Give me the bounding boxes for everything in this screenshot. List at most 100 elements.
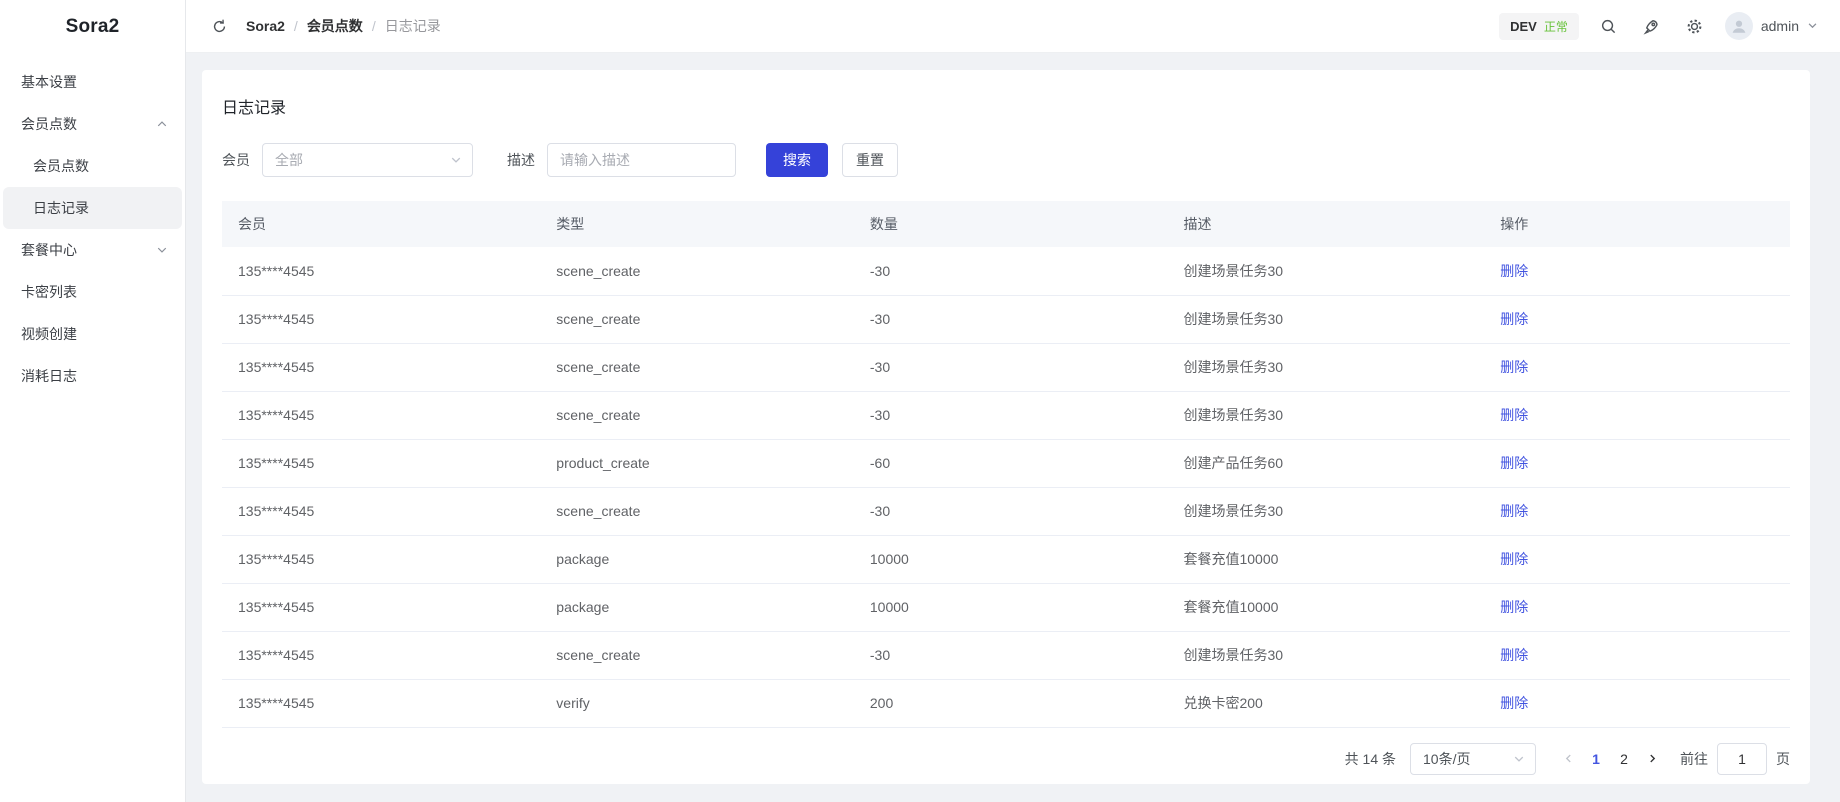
table-header-row: 会员 类型 数量 描述 操作	[222, 201, 1790, 247]
goto-label: 前往	[1680, 749, 1708, 769]
cell-type: package	[540, 583, 854, 631]
content-area: 日志记录 会员 全部 描述 搜索 重置 会员 类型 数量 描述	[186, 53, 1840, 802]
cell-amount: -30	[854, 631, 1168, 679]
breadcrumb-root[interactable]: Sora2	[246, 18, 285, 34]
prev-page-button[interactable]	[1554, 743, 1582, 775]
cell-amount: 200	[854, 679, 1168, 727]
pagination: 共 14 条 10条/页 1 2 前往 页	[222, 743, 1790, 775]
chevron-down-icon	[1513, 753, 1525, 765]
user-menu[interactable]: admin	[1725, 12, 1818, 40]
env-status: 正常	[1544, 18, 1568, 35]
cell-type: scene_create	[540, 391, 854, 439]
rocket-icon[interactable]	[1639, 13, 1665, 39]
sidebar: Sora2 基本设置 会员点数 会员点数 日志记录 套餐中心 卡密列表 视频创建…	[0, 0, 186, 802]
sidebar-item-会员点数[interactable]: 会员点数	[3, 145, 182, 187]
page-number-2[interactable]: 2	[1610, 743, 1638, 775]
gear-icon[interactable]	[1682, 13, 1708, 39]
table-row: 135****4545 scene_create -30 创建场景任务30 删除	[222, 295, 1790, 343]
desc-input[interactable]	[547, 143, 736, 177]
cell-type: scene_create	[540, 343, 854, 391]
cell-amount: -30	[854, 247, 1168, 295]
sidebar-item-label: 会员点数	[33, 156, 168, 176]
sidebar-item-消耗日志[interactable]: 消耗日志	[3, 355, 182, 397]
col-member: 会员	[222, 201, 540, 247]
cell-action: 删除	[1484, 487, 1790, 535]
delete-link[interactable]: 删除	[1500, 359, 1528, 375]
cell-member: 135****4545	[222, 295, 540, 343]
sidebar-item-label: 日志记录	[33, 198, 168, 218]
refresh-icon[interactable]	[206, 13, 232, 39]
sidebar-item-基本设置[interactable]: 基本设置	[3, 61, 182, 103]
cell-type: scene_create	[540, 295, 854, 343]
table-row: 135****4545 scene_create -30 创建场景任务30 删除	[222, 343, 1790, 391]
chevron-up-icon	[156, 118, 168, 130]
cell-desc: 创建场景任务30	[1167, 343, 1484, 391]
cell-member: 135****4545	[222, 631, 540, 679]
delete-link[interactable]: 删除	[1500, 407, 1528, 423]
page-size-value: 10条/页	[1423, 749, 1513, 769]
search-button[interactable]: 搜索	[766, 143, 828, 177]
cell-desc: 创建场景任务30	[1167, 487, 1484, 535]
delete-link[interactable]: 删除	[1500, 455, 1528, 471]
delete-link[interactable]: 删除	[1500, 263, 1528, 279]
sidebar-item-卡密列表[interactable]: 卡密列表	[3, 271, 182, 313]
cell-desc: 套餐充值10000	[1167, 583, 1484, 631]
cell-member: 135****4545	[222, 583, 540, 631]
table-row: 135****4545 scene_create -30 创建场景任务30 删除	[222, 631, 1790, 679]
goto-page-input[interactable]	[1717, 743, 1767, 775]
chevron-down-icon	[1807, 18, 1818, 34]
cell-desc: 创建产品任务60	[1167, 439, 1484, 487]
delete-link[interactable]: 删除	[1500, 551, 1528, 567]
cell-desc: 创建场景任务30	[1167, 295, 1484, 343]
cell-action: 删除	[1484, 295, 1790, 343]
table-row: 135****4545 verify 200 兑换卡密200 删除	[222, 679, 1790, 727]
app-logo: Sora2	[0, 0, 185, 53]
cell-amount: 10000	[854, 583, 1168, 631]
cell-member: 135****4545	[222, 439, 540, 487]
goto-page: 前往 页	[1680, 743, 1790, 775]
log-table: 会员 类型 数量 描述 操作 135****4545 scene_create …	[222, 201, 1790, 728]
chevron-right-icon	[1647, 753, 1658, 764]
avatar	[1725, 12, 1753, 40]
chevron-left-icon	[1563, 753, 1574, 764]
sidebar-menu: 基本设置 会员点数 会员点数 日志记录 套餐中心 卡密列表 视频创建 消耗日志	[0, 53, 185, 397]
cell-desc: 兑换卡密200	[1167, 679, 1484, 727]
delete-link[interactable]: 删除	[1500, 311, 1528, 327]
cell-desc: 创建场景任务30	[1167, 391, 1484, 439]
sidebar-item-视频创建[interactable]: 视频创建	[3, 313, 182, 355]
cell-member: 135****4545	[222, 535, 540, 583]
cell-amount: 10000	[854, 535, 1168, 583]
sidebar-item-label: 套餐中心	[21, 240, 156, 260]
cell-action: 删除	[1484, 247, 1790, 295]
cell-action: 删除	[1484, 439, 1790, 487]
log-card: 日志记录 会员 全部 描述 搜索 重置 会员 类型 数量 描述	[202, 70, 1810, 784]
page-size-select[interactable]: 10条/页	[1410, 743, 1536, 775]
cell-type: scene_create	[540, 487, 854, 535]
cell-amount: -60	[854, 439, 1168, 487]
cell-type: scene_create	[540, 247, 854, 295]
delete-link[interactable]: 删除	[1500, 503, 1528, 519]
cell-action: 删除	[1484, 391, 1790, 439]
delete-link[interactable]: 删除	[1500, 695, 1528, 711]
page-number-1[interactable]: 1	[1582, 743, 1610, 775]
next-page-button[interactable]	[1638, 743, 1666, 775]
cell-member: 135****4545	[222, 343, 540, 391]
reset-button[interactable]: 重置	[842, 143, 898, 177]
sidebar-item-会员点数[interactable]: 会员点数	[3, 103, 182, 145]
member-select[interactable]: 全部	[262, 143, 473, 177]
sidebar-item-套餐中心[interactable]: 套餐中心	[3, 229, 182, 271]
filter-bar: 会员 全部 描述 搜索 重置	[222, 143, 1790, 177]
breadcrumb-separator: /	[372, 18, 376, 34]
table-row: 135****4545 package 10000 套餐充值10000 删除	[222, 535, 1790, 583]
page-unit-label: 页	[1776, 749, 1790, 769]
cell-amount: -30	[854, 343, 1168, 391]
search-icon[interactable]	[1596, 13, 1622, 39]
sidebar-item-label: 会员点数	[21, 114, 156, 134]
pagination-total: 共 14 条	[1345, 749, 1396, 769]
table-row: 135****4545 package 10000 套餐充值10000 删除	[222, 583, 1790, 631]
sidebar-item-label: 消耗日志	[21, 366, 168, 386]
breadcrumb-section[interactable]: 会员点数	[307, 16, 363, 36]
delete-link[interactable]: 删除	[1500, 647, 1528, 663]
sidebar-item-日志记录[interactable]: 日志记录	[3, 187, 182, 229]
delete-link[interactable]: 删除	[1500, 599, 1528, 615]
